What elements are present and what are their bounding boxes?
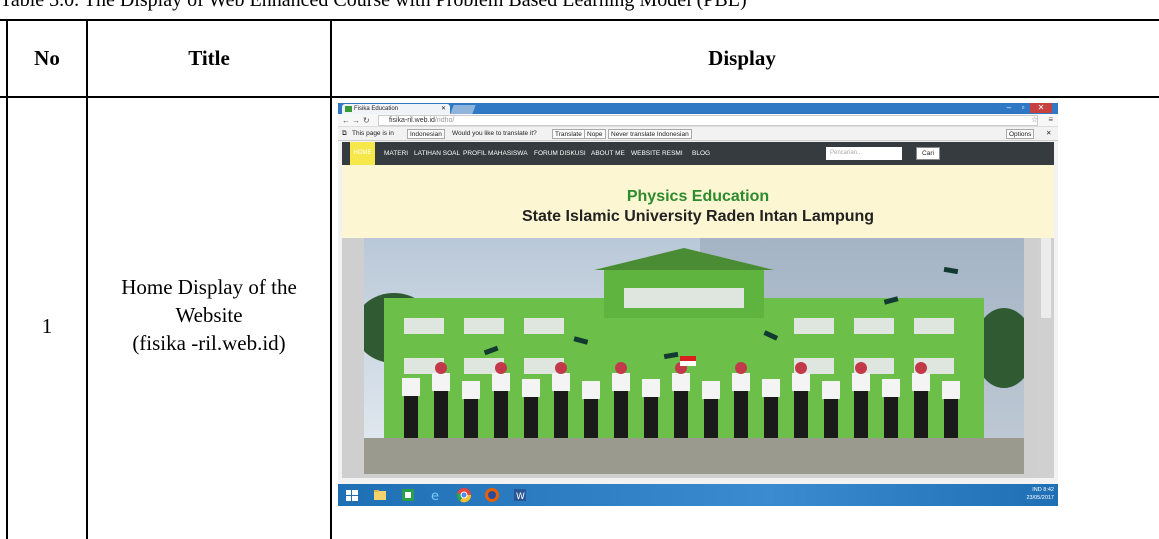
page-scrollbar[interactable] <box>1038 238 1054 478</box>
hero-image-area <box>342 238 1054 478</box>
tab-close-icon[interactable]: ✕ <box>441 104 446 114</box>
options-button[interactable]: Options <box>1006 129 1035 139</box>
graduation-photo <box>364 238 1024 474</box>
favicon-icon <box>345 106 352 112</box>
translate-prefix: This page is in <box>352 130 394 137</box>
header-no: No <box>34 46 60 70</box>
nav-item-latihan-soal[interactable]: LATIHAN SOAL <box>414 142 460 165</box>
nope-button[interactable]: Nope <box>584 129 606 139</box>
website-screenshot: Fisika Education ✕ – ▫ ✕ ← → ↻ fisika-ri… <box>338 103 1058 506</box>
start-icon[interactable] <box>344 487 360 503</box>
nav-home[interactable]: HOME <box>350 142 375 165</box>
nav-item-forum-diskusi[interactable]: FORUM DISKUSI <box>534 142 586 165</box>
col-divider-2 <box>330 19 332 539</box>
nav-item-profil-mahasiswa[interactable]: PROFIL MAHASISWA <box>463 142 528 165</box>
back-icon[interactable]: ← <box>342 115 350 126</box>
internet-explorer-icon[interactable]: e <box>428 487 444 503</box>
nav-item-blog[interactable]: BLOG <box>692 142 710 165</box>
bookmark-star-icon[interactable]: ☆ <box>1031 115 1038 124</box>
language-select[interactable]: Indonesian <box>407 129 445 139</box>
never-translate-button[interactable]: Never translate Indonesian <box>608 129 692 139</box>
system-tray[interactable]: IND 8:42 23/05/2017 <box>1026 486 1054 502</box>
url-field[interactable]: fisika-ril.web.id/ridho/ <box>378 115 1038 126</box>
maximize-icon[interactable]: ▫ <box>1016 103 1030 113</box>
windows-taskbar: e W IND 8:42 23/05/2017 <box>338 484 1058 506</box>
new-tab-button[interactable] <box>450 105 476 114</box>
tab-title: Fisika Education <box>354 106 399 112</box>
tray-date: 23/05/2017 <box>1026 495 1054 501</box>
word-icon[interactable]: W <box>512 487 528 503</box>
header-display: Display <box>708 46 776 70</box>
nav-item-materi[interactable]: MATERI <box>384 142 408 165</box>
svg-text:e: e <box>431 489 439 503</box>
table-left-border <box>6 19 8 539</box>
row-number: 1 <box>41 314 53 338</box>
store-icon[interactable] <box>400 487 416 503</box>
translate-close-icon[interactable]: ✕ <box>1046 127 1051 141</box>
svg-text:W: W <box>516 492 525 502</box>
nav-item-about-me[interactable]: ABOUT ME <box>591 142 625 165</box>
url-path: /ridho/ <box>434 117 455 124</box>
site-navbar: HOME MATERI LATIHAN SOAL PROFIL MAHASISW… <box>342 142 1054 165</box>
translate-bar: ⧉ This page is in Indonesian Would you l… <box>338 127 1058 141</box>
firefox-icon[interactable] <box>484 487 500 503</box>
browser-tab[interactable]: Fisika Education ✕ <box>342 104 450 114</box>
minimize-icon[interactable]: – <box>1002 103 1016 113</box>
table-header-border <box>0 96 1159 98</box>
row-title-line-2: Website <box>175 303 243 327</box>
translate-question: Would you like to translate it? <box>452 130 537 137</box>
browser-tab-bar: Fisika Education ✕ – ▫ ✕ <box>338 103 1058 114</box>
translate-icon: ⧉ <box>342 130 347 137</box>
window-close-icon[interactable]: ✕ <box>1030 103 1052 113</box>
translate-button[interactable]: Translate <box>552 129 585 139</box>
search-button[interactable]: Cari <box>916 147 940 160</box>
chrome-icon[interactable] <box>456 487 472 503</box>
row-title-line-1: Home Display of the <box>121 275 297 299</box>
url-host: fisika-ril.web.id <box>389 117 435 124</box>
banner-title: Physics Education <box>626 188 770 205</box>
table-top-border <box>0 19 1159 21</box>
tray-time: 8:42 <box>1043 487 1054 493</box>
header-title: Title <box>188 46 230 70</box>
tray-language: IND <box>1032 487 1042 493</box>
row-title-line-3: (fisika -ril.web.id) <box>132 331 286 355</box>
site-banner: Physics Education State Islamic Universi… <box>342 165 1054 238</box>
banner-subtitle: State Islamic University Raden Intan Lam… <box>521 208 875 225</box>
address-bar: ← → ↻ fisika-ril.web.id/ridho/ ☆ ≡ <box>338 114 1058 127</box>
nav-item-website-resmi[interactable]: WEBSITE RESMI <box>631 142 683 165</box>
browser-menu-icon[interactable]: ≡ <box>1048 115 1053 124</box>
scrollbar-thumb[interactable] <box>1041 238 1051 318</box>
file-explorer-icon[interactable] <box>372 487 388 503</box>
reload-icon[interactable]: ↻ <box>363 115 370 126</box>
forward-icon[interactable]: → <box>352 115 360 126</box>
search-input[interactable]: Pencarian... <box>826 147 902 160</box>
